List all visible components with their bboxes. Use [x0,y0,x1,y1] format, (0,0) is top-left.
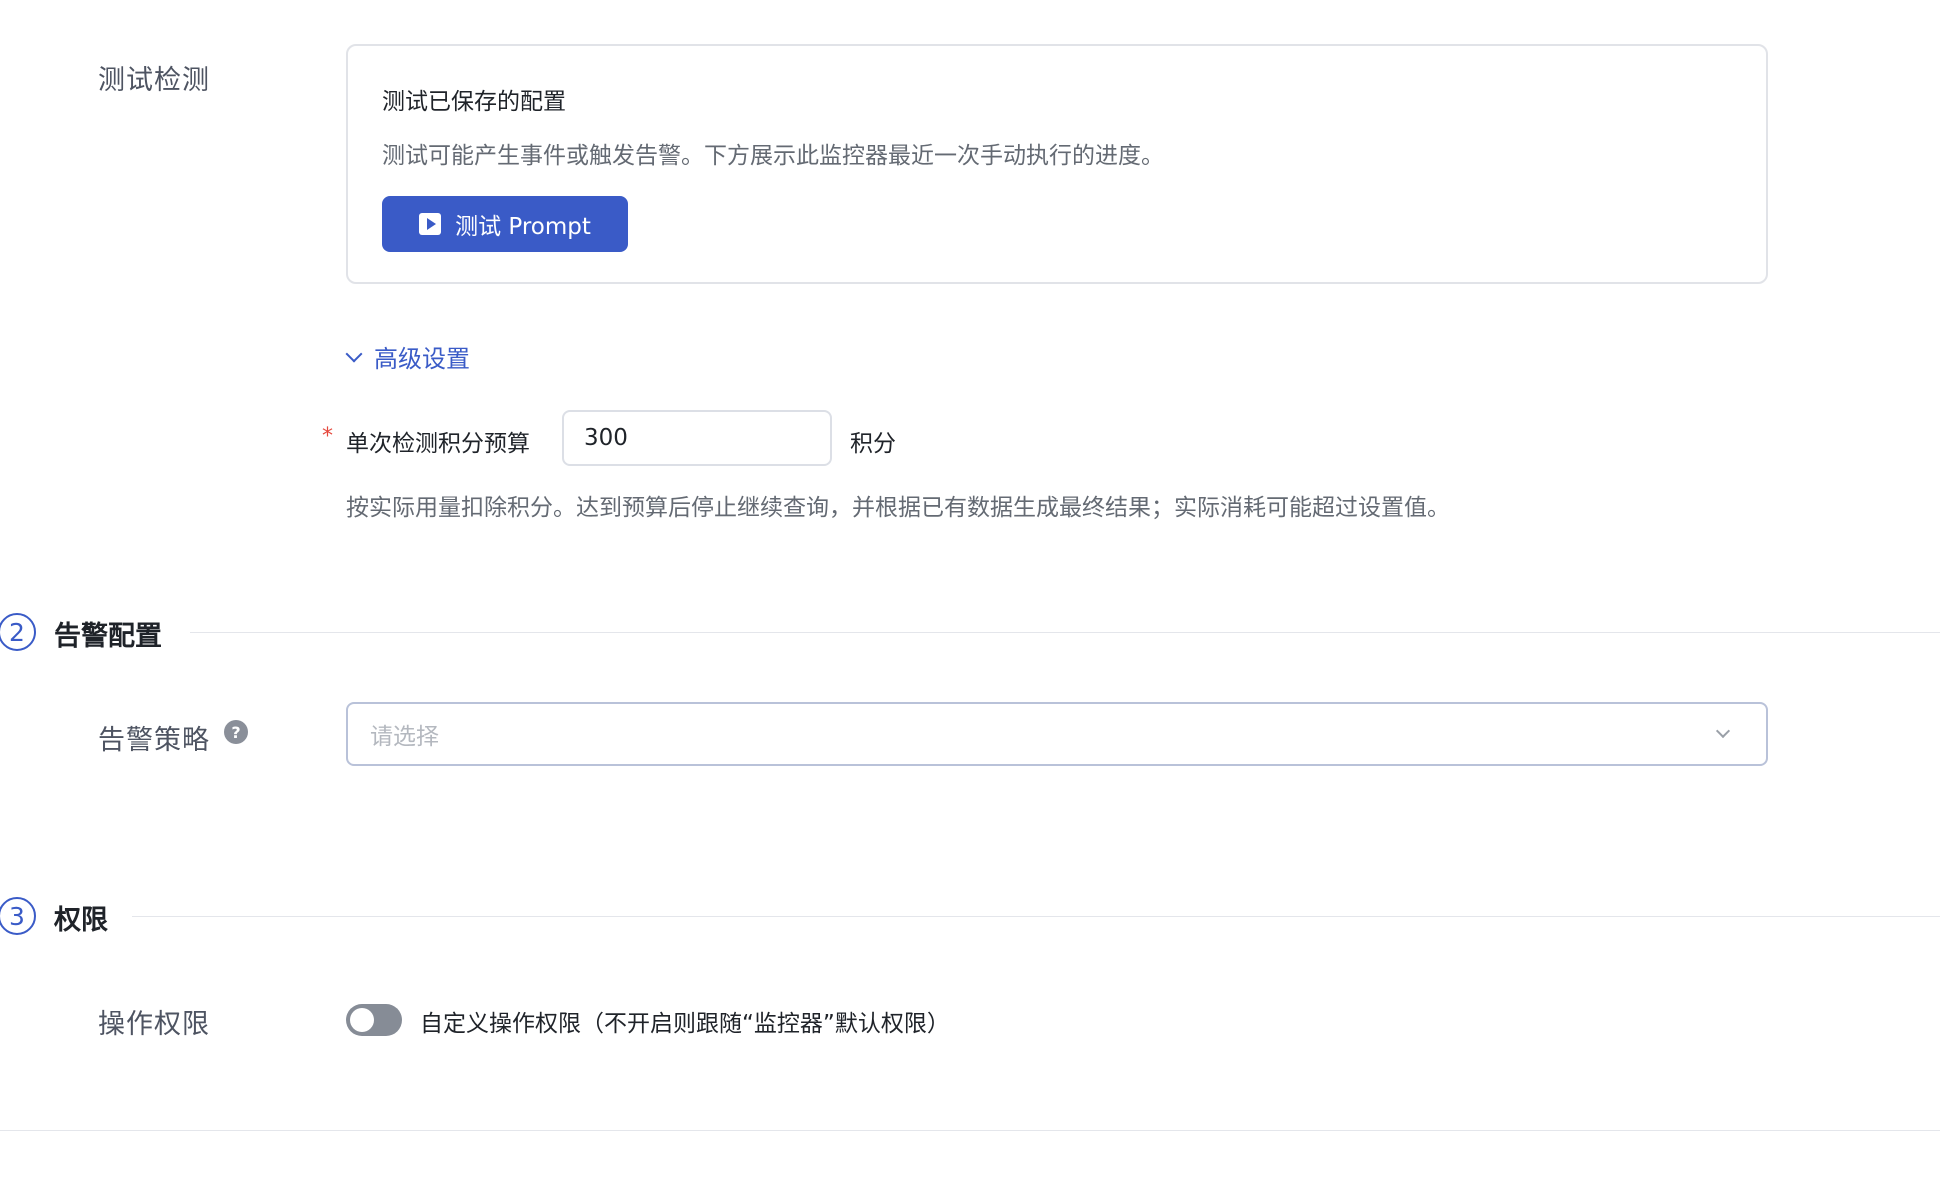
budget-unit: 积分 [850,431,896,457]
section-divider [132,916,1940,917]
test-prompt-button-label: 测试 Prompt [455,214,591,240]
budget-input[interactable] [562,410,832,466]
test-config-card: 测试已保存的配置 测试可能产生事件或触发告警。下方展示此监控器最近一次手动执行的… [346,44,1768,284]
custom-permission-toggle[interactable] [346,1004,402,1036]
budget-hint: 按实际用量扣除积分。达到预算后停止继续查询，并根据已有数据生成最终结果；实际消耗… [346,495,1450,521]
alert-section-title: 告警配置 [54,621,162,652]
advanced-settings-toggle[interactable]: 高级设置 [345,339,470,374]
chevron-down-icon [1715,723,1731,739]
section-index-2: 2 [0,613,36,651]
custom-permission-label: 自定义操作权限（不开启则跟随“监控器”默认权限） [420,1011,950,1037]
help-icon[interactable]: ? [224,720,248,744]
bottom-divider [0,1130,1940,1131]
section-divider [190,632,1940,633]
required-mark: * [322,424,333,449]
section-index-3: 3 [0,897,36,935]
alert-policy-select[interactable]: 请选择 [346,702,1768,766]
select-placeholder: 请选择 [370,724,439,750]
test-prompt-button[interactable]: 测试 Prompt [382,196,628,252]
advanced-settings-label: 高级设置 [374,345,470,373]
card-description: 测试可能产生事件或触发告警。下方展示此监控器最近一次手动执行的进度。 [382,143,1164,169]
play-icon [419,213,442,235]
test-detection-label: 测试检测 [98,65,210,96]
operation-permission-label: 操作权限 [98,1009,210,1040]
budget-label: 单次检测积分预算 [346,431,530,457]
card-title: 测试已保存的配置 [382,89,566,115]
permission-section-title: 权限 [54,905,108,936]
chevron-down-icon [345,345,363,362]
alert-policy-label: 告警策略 [98,725,210,756]
